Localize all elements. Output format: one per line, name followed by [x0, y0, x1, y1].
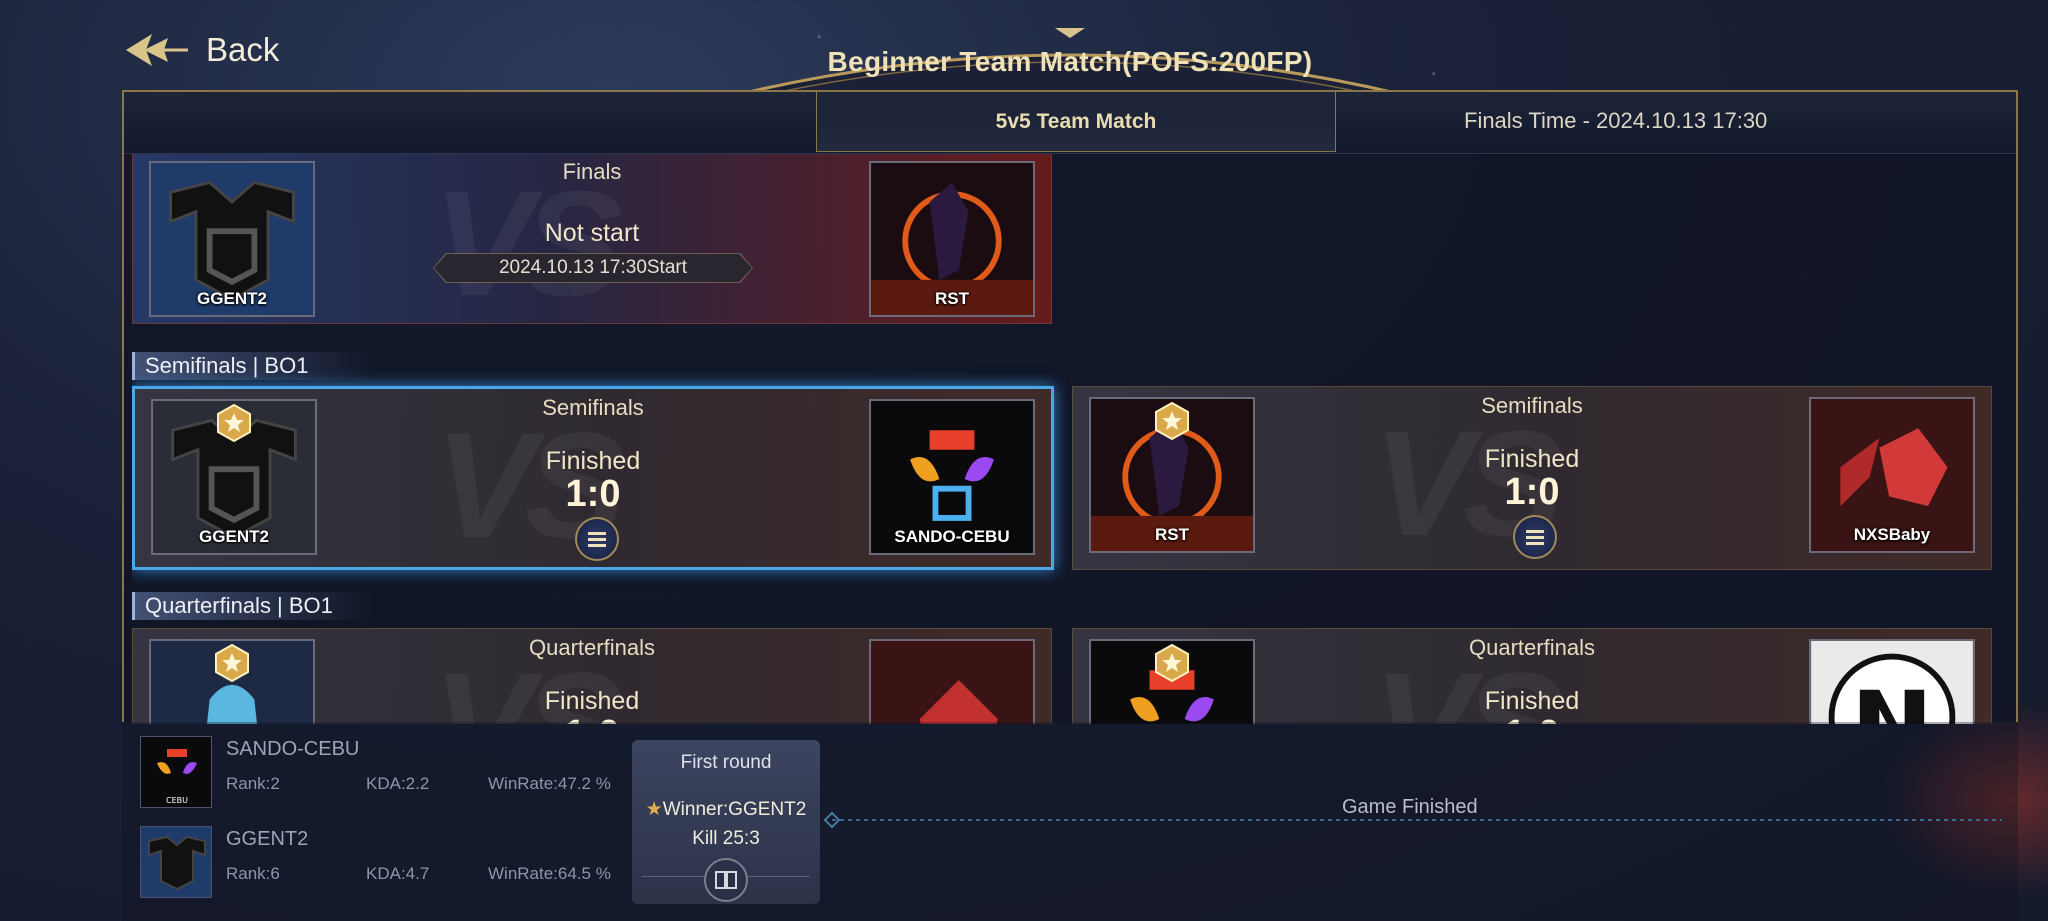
- start-time-pill: 2024.10.13 17:30Start: [433, 253, 753, 283]
- match-details-button[interactable]: [1513, 515, 1557, 559]
- back-button[interactable]: Back: [122, 28, 279, 72]
- team-name: GGENT2: [197, 289, 267, 308]
- winner-medal-icon: [1155, 643, 1189, 683]
- team-name: RST: [935, 289, 969, 308]
- replay-button[interactable]: [704, 858, 748, 902]
- book-icon: [715, 871, 737, 889]
- team-logo-rst[interactable]: RST: [1089, 397, 1255, 553]
- match-details-button[interactable]: [575, 517, 619, 561]
- team-logo-sando-cebu[interactable]: SANDO-CEBU: [869, 399, 1035, 555]
- match-detail-panel: CEBU SANDO-CEBU Rank:2 KDA:2.2 WinRate:4…: [122, 722, 2018, 921]
- ggent2-logo-icon: [141, 827, 211, 897]
- round-kill-score: Kill 25:3: [692, 828, 760, 849]
- match-card-quarterfinal-1[interactable]: VS Quarterfinals Finished 1:0: [132, 628, 1052, 724]
- round-winner: ★Winner:GGENT2: [632, 798, 820, 821]
- player-row-sando-cebu[interactable]: CEBU SANDO-CEBU Rank:2 KDA:2.2 WinRate:4…: [140, 736, 700, 812]
- match-card-finals[interactable]: VS Finals Not start 2024.10.13 17:30Star…: [132, 154, 1052, 327]
- finals-time: Finals Time - 2024.10.13 17:30: [1464, 108, 1768, 133]
- back-arrow-icon: [126, 34, 188, 66]
- team-logo-rst[interactable]: RST: [869, 161, 1035, 317]
- player-rank: Rank:2: [226, 774, 280, 793]
- tab-5v5-team-match[interactable]: 5v5 Team Match: [816, 92, 1336, 152]
- round-title: First round: [680, 752, 772, 773]
- bracket-subheader: 5v5 Team Match Finals Time - 2024.10.13 …: [124, 92, 2016, 154]
- match-card-semifinal-1[interactable]: VS Semifinals Finished 1:0 GGENT2 SANDO-…: [132, 386, 1054, 570]
- winner-medal-icon: [1155, 401, 1189, 441]
- sando-cebu-logo-icon: CEBU: [141, 737, 211, 807]
- player-winrate: WinRate:47.2 %: [488, 774, 611, 793]
- player-winrate: WinRate:64.5 %: [488, 864, 611, 883]
- page-title: Beginner Team Match(POFS:200FP): [827, 46, 1313, 77]
- bracket-panel: 5v5 Team Match Finals Time - 2024.10.13 …: [122, 90, 2018, 724]
- team-logo-quarterfinal-2-right[interactable]: [1809, 639, 1975, 724]
- bracket-scroll-area[interactable]: VS Finals Not start 2024.10.13 17:30Star…: [132, 154, 2012, 724]
- player-rank: Rank:6: [226, 864, 280, 883]
- tab-label: 5v5 Team Match: [995, 109, 1157, 133]
- team-name: NXSBaby: [1853, 525, 1931, 544]
- section-label-text: Quarterfinals | BO1: [145, 593, 333, 618]
- team-logo-ggent2[interactable]: GGENT2: [151, 399, 317, 555]
- team-name: GGENT2: [199, 527, 269, 546]
- team-logo-quarterfinal-2-left[interactable]: [1089, 639, 1255, 724]
- player-row-ggent2[interactable]: GGENT2 Rank:6 KDA:4.7 WinRate:64.5 %: [140, 826, 700, 902]
- menu-icon: [588, 537, 606, 541]
- section-label-text: Semifinals | BO1: [145, 353, 309, 378]
- team-logo-ggent2[interactable]: GGENT2: [149, 161, 315, 317]
- team-name: SANDO-CEBU: [894, 527, 1010, 546]
- round-card-first-round[interactable]: First round ★Winner:GGENT2 Kill 25:3: [632, 740, 820, 904]
- winner-medal-icon: [217, 403, 251, 443]
- menu-icon: [1526, 535, 1544, 539]
- player-kda: KDA:4.7: [366, 864, 430, 883]
- match-card-quarterfinal-2[interactable]: VS Quarterfinals Finished 1:0: [1072, 628, 1992, 724]
- team-avatar-icon: [1811, 641, 1973, 724]
- team-name: RST: [1155, 525, 1189, 544]
- player-name: SANDO-CEBU: [226, 738, 360, 760]
- round-winner-text: Winner:GGENT2: [662, 799, 807, 820]
- title-plate: Beginner Team Match(POFS:200FP): [700, 26, 1440, 96]
- team-logo-quarterfinal-1-left[interactable]: [149, 639, 315, 724]
- section-label-quarterfinals: Quarterfinals | BO1: [132, 592, 372, 620]
- winner-medal-icon: [215, 643, 249, 683]
- timeline-line: [832, 819, 2002, 821]
- player-kda: KDA:2.2: [366, 774, 430, 793]
- avatar: CEBU: [140, 736, 212, 808]
- trophy-icon: ★: [645, 799, 663, 820]
- team-logo-nxsbaby[interactable]: NXSBaby: [1809, 397, 1975, 553]
- avatar: [140, 826, 212, 898]
- team-avatar-icon: [871, 641, 1033, 724]
- match-card-semifinal-2[interactable]: VS Semifinals Finished 1:0 RST NXSBaby: [1072, 386, 1992, 570]
- back-label: Back: [206, 31, 280, 68]
- section-label-semifinals: Semifinals | BO1: [132, 352, 372, 380]
- player-name: GGENT2: [226, 828, 309, 850]
- game-status: Game Finished: [1342, 796, 1478, 818]
- start-time: 2024.10.13 17:30Start: [498, 257, 688, 278]
- team-logo-quarterfinal-1-right[interactable]: [869, 639, 1035, 724]
- svg-text:CEBU: CEBU: [166, 796, 188, 805]
